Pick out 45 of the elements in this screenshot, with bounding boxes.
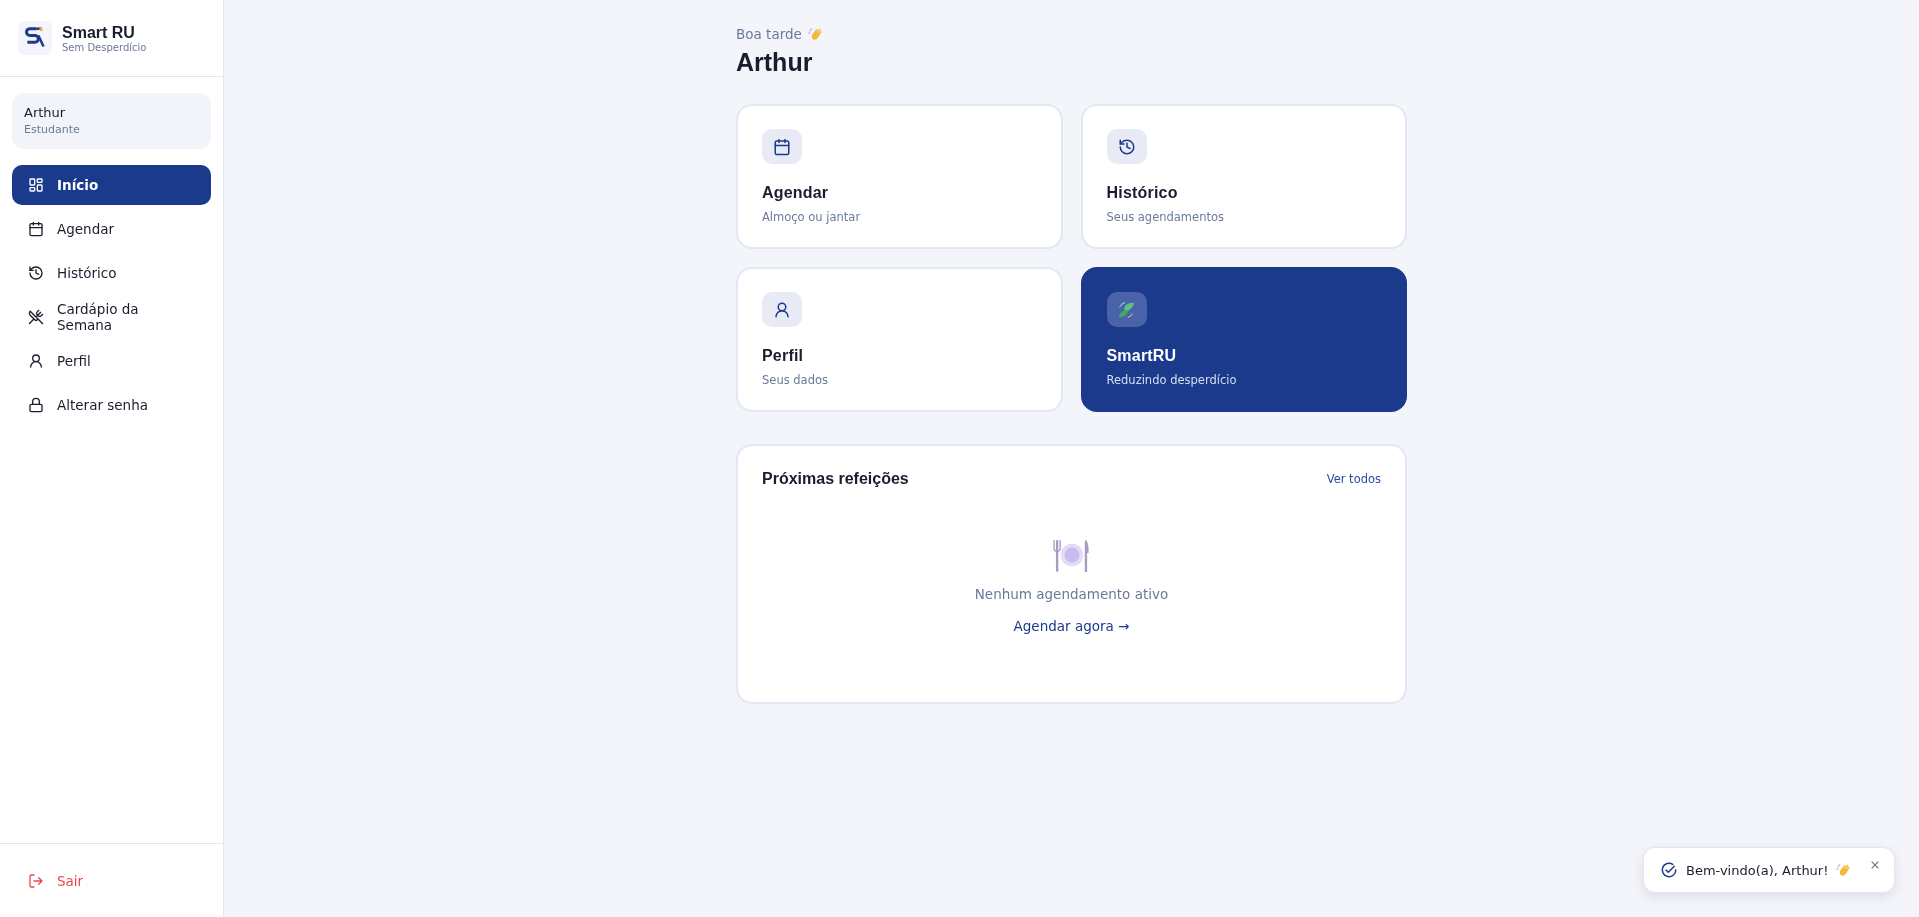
nav-item[interactable]: Cardápio da Semana — [12, 297, 211, 337]
card-title: Perfil — [762, 347, 805, 365]
view-all-link[interactable]: Ver todos — [1326, 472, 1381, 486]
schedule-now-link[interactable]: Agendar agora → — [1013, 618, 1130, 634]
check-circle-icon — [1660, 861, 1678, 879]
empty-message: Nenhum agendamento ativo — [974, 586, 1169, 602]
grid-icon — [28, 177, 44, 193]
nav-item[interactable]: Início — [12, 165, 211, 205]
card-subtitle: Almoço ou jantar — [762, 210, 862, 224]
history-icon — [28, 265, 44, 281]
logout-link[interactable]: Sair — [28, 872, 84, 889]
card-title: Agendar — [762, 184, 830, 202]
logout-icon — [28, 872, 44, 889]
card-subtitle: Reduzindo desperdício — [1106, 373, 1238, 387]
nav-item[interactable]: Alterar senha — [12, 385, 211, 425]
shortcut-card[interactable]: SmartRU Reduzindo desperdício — [1080, 267, 1407, 412]
logo-icon — [18, 21, 52, 55]
user-icon — [773, 300, 791, 319]
shortcut-card[interactable]: Histórico Seus agendamentos — [1080, 104, 1407, 249]
user-greeting-name: Arthur — [736, 48, 814, 77]
nav-item[interactable]: Perfil — [12, 341, 211, 381]
app-tagline: Sem Desperdício — [62, 41, 147, 53]
lock-icon — [28, 397, 44, 413]
calendar-icon — [773, 137, 791, 156]
user-icon — [28, 353, 44, 369]
greeting: Boa tarde — [736, 26, 802, 42]
user-name: Arthur — [24, 105, 67, 120]
nav-item[interactable]: Agendar — [12, 209, 211, 249]
toast-message: Bem-vindo(a), Arthur! — [1686, 862, 1829, 878]
history-icon — [1117, 137, 1136, 156]
shortcut-card[interactable]: Agendar Almoço ou jantar — [736, 104, 1063, 249]
plate-cutlery-drawing — [1052, 538, 1091, 572]
app-name: Smart RU — [62, 23, 136, 42]
waving-hand-icon — [807, 26, 824, 42]
user-role: Estudante — [24, 123, 81, 136]
waving-hand-icon — [1836, 862, 1853, 878]
card-subtitle: Seus dados — [762, 373, 829, 387]
card-subtitle: Seus agendamentos — [1106, 210, 1225, 224]
card-title: Histórico — [1106, 184, 1179, 202]
calendar-icon — [28, 221, 44, 237]
utensils-crossed-icon — [28, 309, 44, 325]
section-title: Próximas refeições — [762, 470, 909, 488]
nav-item[interactable]: Histórico — [12, 253, 211, 293]
shortcut-card[interactable]: Perfil Seus dados — [736, 267, 1063, 412]
card-title: SmartRU — [1106, 347, 1178, 365]
